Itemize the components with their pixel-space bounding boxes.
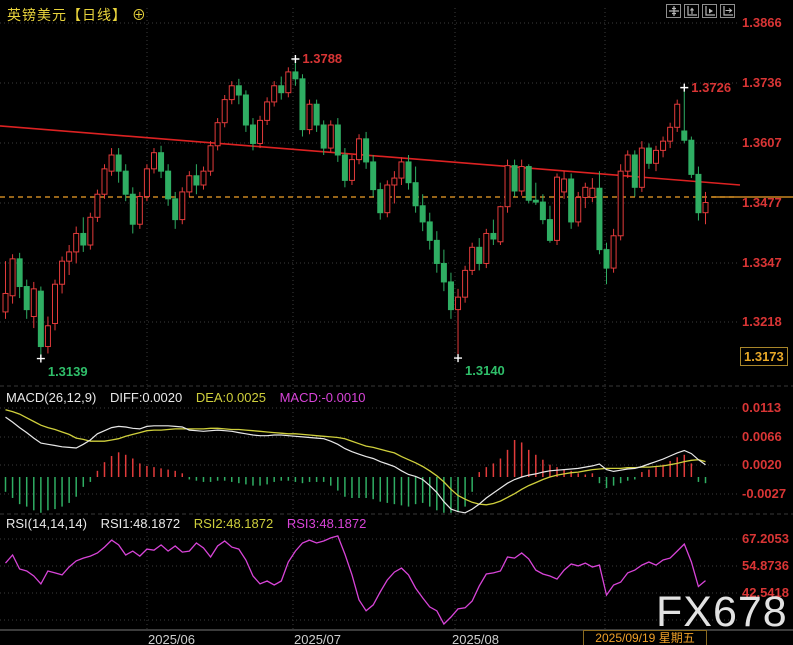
price-axis-boxed-label: 1.3173 bbox=[740, 347, 788, 366]
expand-icon[interactable]: ⊕ bbox=[132, 7, 147, 23]
annotation-secondary-peak-price: 1.3726 bbox=[691, 80, 731, 95]
rsi-axis-label: 54.8736 bbox=[742, 558, 792, 573]
time-axis-label: 2025/06 bbox=[148, 632, 195, 645]
price-axis-label: 1.3866 bbox=[742, 15, 792, 30]
chart-toolbar bbox=[666, 4, 735, 18]
axis-play-icon[interactable] bbox=[702, 4, 717, 18]
annotation-secondary-trough-price: 1.3140 bbox=[465, 363, 505, 378]
fx678-watermark: FX678 bbox=[656, 588, 788, 637]
macd-dea-value: DEA:0.0025 bbox=[196, 390, 266, 405]
rsi3-value: RSI3:48.1872 bbox=[287, 516, 367, 531]
macd-axis-label: 0.0113 bbox=[742, 400, 792, 415]
macd-histogram-value: MACD:-0.0010 bbox=[280, 390, 366, 405]
period-label: 【日线】 bbox=[67, 7, 127, 23]
move-crosshair-icon[interactable] bbox=[666, 4, 681, 18]
price-axis-label: 1.3218 bbox=[742, 314, 792, 329]
rsi2-value: RSI2:48.1872 bbox=[194, 516, 274, 531]
chart-window: 英镑美元【日线】 ⊕ 1.3866 1.3736 1.3607 1.3477 1.334… bbox=[0, 0, 793, 645]
price-axis-label: 1.3607 bbox=[742, 135, 792, 150]
price-axis-label: 1.3477 bbox=[742, 195, 792, 210]
macd-indicator-header: MACD(26,12,9) DIFF:0.0020 DEA:0.0025 MAC… bbox=[6, 390, 376, 405]
time-axis-label: 2025/08 bbox=[452, 632, 499, 645]
price-axis-label: 1.3347 bbox=[742, 255, 792, 270]
chart-canvas[interactable] bbox=[0, 0, 793, 645]
rsi1-value: RSI1:48.1872 bbox=[101, 516, 181, 531]
price-axis-label: 1.3736 bbox=[742, 75, 792, 90]
time-axis-label: 2025/07 bbox=[294, 632, 341, 645]
macd-axis-label: -0.0027 bbox=[742, 486, 792, 501]
rsi-name: RSI(14,14,14) bbox=[6, 516, 87, 531]
annotation-peak-price: 1.3788 bbox=[302, 51, 342, 66]
axis-zoom-vertical-icon[interactable] bbox=[684, 4, 699, 18]
annotation-trough-price: 1.3139 bbox=[48, 364, 88, 379]
macd-name: MACD(26,12,9) bbox=[6, 390, 96, 405]
symbol-name: 英镑美元 bbox=[7, 7, 67, 23]
macd-diff-value: DIFF:0.0020 bbox=[110, 390, 182, 405]
rsi-axis-label: 67.2053 bbox=[742, 531, 792, 546]
chart-title: 英镑美元【日线】 ⊕ bbox=[7, 5, 147, 25]
macd-axis-label: 0.0020 bbox=[742, 457, 792, 472]
macd-axis-label: 0.0066 bbox=[742, 429, 792, 444]
rsi-indicator-header: RSI(14,14,14) RSI1:48.1872 RSI2:48.1872 … bbox=[6, 516, 376, 531]
axis-shift-right-icon[interactable] bbox=[720, 4, 735, 18]
